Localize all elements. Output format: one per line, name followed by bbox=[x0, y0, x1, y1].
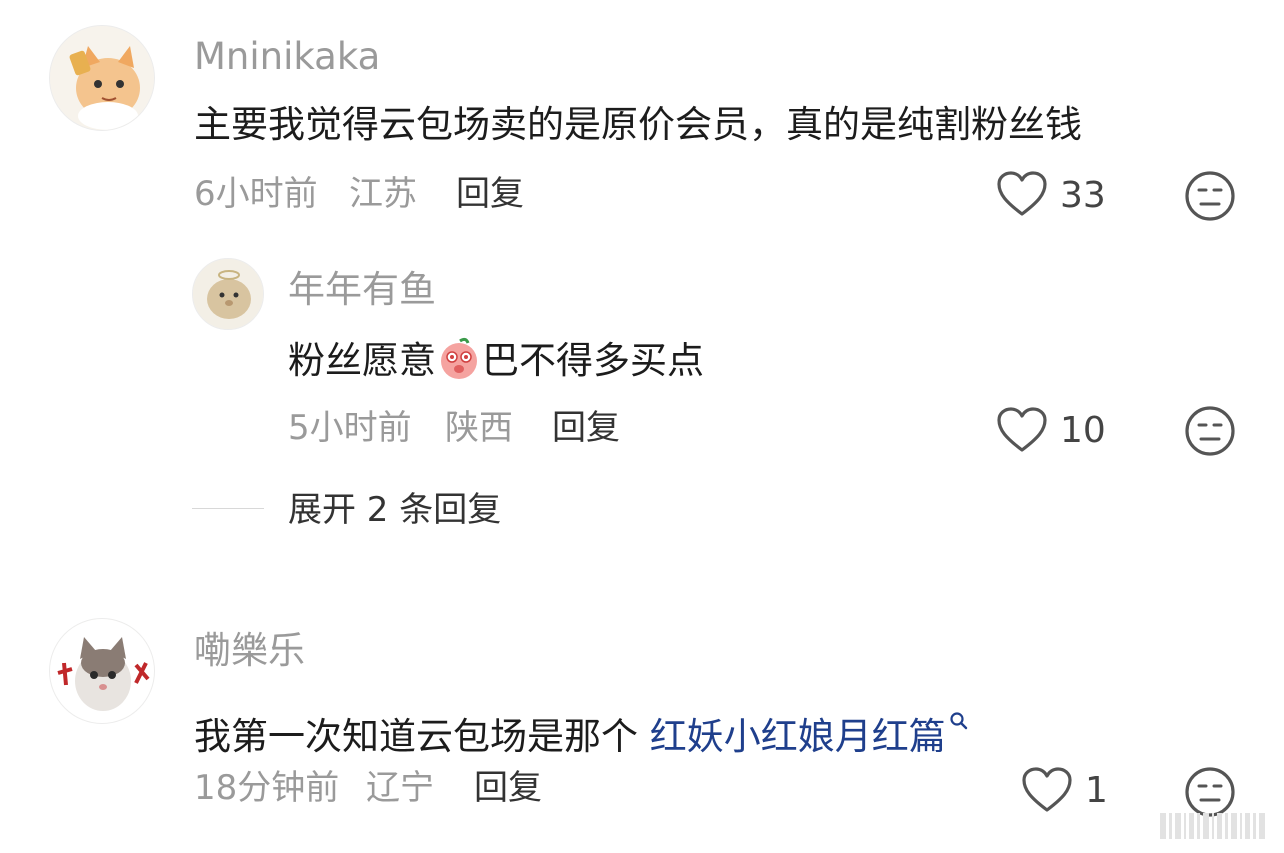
comment-location: 辽宁 bbox=[366, 768, 434, 808]
avatar-mninikaka[interactable] bbox=[49, 25, 155, 131]
reply-text: 粉丝愿意 巴不得多买点 bbox=[288, 335, 704, 384]
search-icon bbox=[949, 696, 969, 730]
comment-time: 18分钟前 bbox=[194, 768, 340, 808]
cat-avatar-image bbox=[50, 26, 154, 130]
comment-text-plain: 我第一次知道云包场是那个 bbox=[194, 715, 650, 758]
avatar-leilele[interactable] bbox=[49, 618, 155, 724]
reply-button[interactable]: 回复 bbox=[474, 768, 542, 808]
reply-text-after: 巴不得多买点 bbox=[482, 339, 704, 382]
watermark-logo bbox=[1160, 813, 1270, 843]
reply-username[interactable]: 年年有鱼 bbox=[288, 268, 436, 312]
topic-link[interactable]: 红妖小红娘月红篇 bbox=[650, 715, 946, 758]
like-count: 33 bbox=[1060, 175, 1106, 216]
neutral-face-icon[interactable] bbox=[1184, 170, 1236, 226]
reply-text-before: 粉丝愿意 bbox=[288, 339, 436, 382]
reply-location: 陕西 bbox=[445, 408, 513, 448]
comment-username[interactable]: Mninikaka bbox=[194, 35, 380, 79]
comment-text: 主要我觉得云包场卖的是原价会员，真的是纯割粉丝钱 bbox=[194, 103, 1082, 146]
heart-outline-icon[interactable] bbox=[996, 170, 1048, 222]
like-count: 1 bbox=[1085, 770, 1108, 811]
comment-username[interactable]: 嘞樂乐 bbox=[194, 629, 305, 673]
like-count: 10 bbox=[1060, 410, 1106, 451]
comment-text: 我第一次知道云包场是那个 红妖小红娘月红篇 bbox=[194, 696, 969, 760]
neutral-face-icon[interactable] bbox=[1184, 405, 1236, 461]
reply-button[interactable]: 回复 bbox=[552, 408, 620, 448]
expand-replies-button[interactable]: 展开 2 条回复 bbox=[288, 490, 501, 530]
heart-outline-icon[interactable] bbox=[996, 406, 1048, 458]
reply-button[interactable]: 回复 bbox=[456, 174, 524, 214]
reply-time: 5小时前 bbox=[288, 408, 412, 448]
comment-location: 江苏 bbox=[349, 174, 417, 214]
expand-divider bbox=[192, 508, 264, 509]
peach-face-emoji bbox=[436, 335, 482, 381]
cat-avatar-image bbox=[50, 619, 154, 723]
animal-avatar-image bbox=[193, 259, 263, 329]
comment-time: 6小时前 bbox=[194, 174, 318, 214]
avatar-niannianyouyu[interactable] bbox=[192, 258, 264, 330]
heart-outline-icon[interactable] bbox=[1021, 766, 1073, 818]
